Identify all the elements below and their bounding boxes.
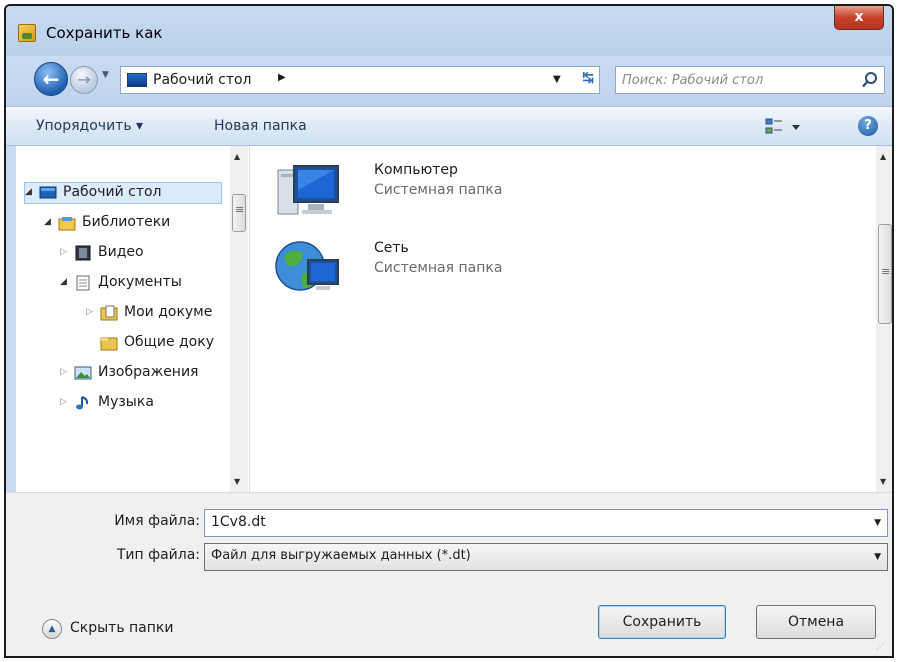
filename-field[interactable]: 1Cv8.dt ▼ [204,509,888,537]
tree-item-label: Документы [98,274,182,290]
cancel-button[interactable]: Отмена [756,605,876,639]
tree-item-label: Изображения [98,364,199,380]
tree-item-label: Мои докуме [124,304,213,320]
tree-collapsed-icon[interactable]: ▷ [60,247,67,257]
tree-item-documents[interactable]: ◢ Документы [60,273,230,295]
tree-item-video[interactable]: ▷ Видео [60,243,230,265]
close-button[interactable]: x [834,6,884,30]
desktop-icon [39,186,57,199]
tree-collapsed-icon[interactable]: ▷ [60,367,67,377]
filetype-label: Тип файла: [116,547,200,563]
chevron-right-icon[interactable]: ▶ [278,72,286,83]
address-bar[interactable]: Рабочий стол ▶ ▼ ↹ [120,66,600,94]
save-form: Имя файла: 1Cv8.dt ▼ Тип файла: Файл для… [6,492,892,656]
tree-item-shared-documents[interactable]: Общие доку [86,333,238,355]
navigation-scrollbar[interactable]: ▲ ▼ [230,146,248,492]
window-title: Сохранить как [46,24,163,42]
hide-folders-label: Скрыть папки [70,620,174,636]
scroll-down-arrow-icon[interactable]: ▼ [234,477,240,486]
forward-button[interactable]: → [70,66,98,94]
file-list-scrollbar[interactable]: ▲ ▼ [876,146,892,492]
tree-item-label: Музыка [98,394,154,410]
tree-item-label: Рабочий стол [63,184,162,200]
tree-item-label: Видео [98,244,144,260]
tree-item-music[interactable]: ▷ Музыка [60,393,230,415]
close-icon: x [854,9,864,25]
tree-item-images[interactable]: ▷ Изображения [60,363,230,385]
command-toolbar: Упорядочить ▾ Новая папка ? [6,106,892,146]
refresh-icon: ↹ [582,70,594,86]
file-item-computer[interactable]: Компьютер Системная папка [274,160,594,230]
filetype-select[interactable]: Файл для выгружаемых данных (*.dt) ▼ [204,543,888,571]
app-icon [18,24,36,42]
chevron-down-icon[interactable]: ▼ [874,518,881,528]
file-type: Системная папка [374,260,503,276]
tree-item-label: Общие доку [124,334,214,350]
folder-icon [100,337,118,351]
tree-expanded-icon[interactable]: ◢ [25,187,32,197]
organize-menu[interactable]: Упорядочить ▾ [36,118,143,134]
documents-icon [76,275,90,291]
search-icon[interactable] [861,71,879,89]
navigation-pane: ◢ Рабочий стол ◢ Библиотеки ▷ Видео ◢ До… [16,146,250,492]
recent-locations-dropdown[interactable]: ▼ [102,70,109,80]
save-as-dialog: Сохранить как x ← → ▼ Рабочий стол ▶ ▼ ↹… [4,4,894,658]
file-item-network[interactable]: Сеть Системная папка [274,238,594,308]
address-row: ← → ▼ Рабочий стол ▶ ▼ ↹ [6,56,892,106]
tree-collapsed-icon[interactable]: ▷ [60,397,67,407]
filename-value[interactable]: 1Cv8.dt [211,514,266,530]
filetype-value: Файл для выгружаемых данных (*.dt) [211,548,471,563]
tree-expanded-icon[interactable]: ◢ [44,217,51,227]
title-bar: Сохранить как x [6,6,892,56]
resize-grip-icon[interactable]: ⋰ [876,643,888,656]
scroll-up-arrow-icon[interactable]: ▲ [880,152,886,161]
tree-item-label: Библиотеки [82,214,171,230]
back-arrow-icon: ← [42,67,60,91]
search-input[interactable] [620,69,850,91]
scroll-up-arrow-icon[interactable]: ▲ [234,152,240,161]
images-icon [74,366,92,380]
file-type: Системная папка [374,182,503,198]
computer-icon [277,165,339,215]
folder-doc-icon [100,305,118,321]
help-icon[interactable]: ? [858,116,878,136]
new-folder-button[interactable]: Новая папка [214,118,307,134]
scrollbar-thumb[interactable] [232,194,246,232]
file-name: Сеть [374,240,409,256]
chevron-down-icon[interactable]: ▼ [874,552,881,562]
back-button[interactable]: ← [34,62,68,96]
tree-item-desktop[interactable]: ◢ Рабочий стол [24,182,222,204]
scrollbar-thumb[interactable] [878,224,892,324]
filename-label: Имя файла: [114,513,200,529]
scroll-down-arrow-icon[interactable]: ▼ [880,477,886,486]
libraries-icon [58,217,76,231]
file-list-pane: Компьютер Системная папка Сеть Системная… [250,146,876,492]
view-options-icon[interactable] [764,116,804,138]
music-icon [76,396,89,410]
chevron-up-icon: ▲ [42,619,62,639]
file-name: Компьютер [374,162,458,178]
search-box[interactable] [615,66,885,94]
tree-item-libraries[interactable]: ◢ Библиотеки [44,213,234,235]
chevron-down-icon[interactable]: ▼ [553,74,561,85]
video-icon [75,245,91,261]
tree-collapsed-icon[interactable]: ▷ [86,307,93,317]
network-icon [275,241,339,291]
tree-item-my-documents[interactable]: ▷ Мои докуме [86,303,238,325]
save-button[interactable]: Сохранить [598,605,726,639]
desktop-icon [127,73,147,87]
tree-expanded-icon[interactable]: ◢ [60,277,67,287]
refresh-button[interactable]: ↹ [577,70,599,90]
forward-arrow-icon: → [77,70,91,89]
address-location[interactable]: Рабочий стол [153,72,252,88]
